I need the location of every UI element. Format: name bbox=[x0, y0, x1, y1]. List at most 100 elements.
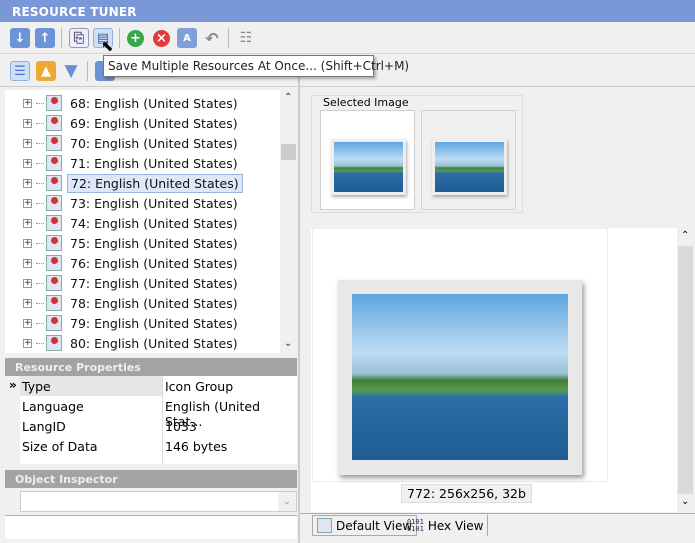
expand-icon[interactable]: + bbox=[23, 178, 32, 188]
resource-properties-header: Resource Properties bbox=[5, 358, 297, 376]
icon-group-icon bbox=[46, 95, 62, 111]
default-view-icon bbox=[317, 518, 332, 533]
move-down-icon[interactable]: ↓ bbox=[10, 28, 30, 48]
tree-item[interactable]: +78: English (United States) bbox=[23, 293, 241, 313]
expand-icon[interactable]: + bbox=[23, 338, 32, 348]
tree-item-label: 69: English (United States) bbox=[70, 115, 238, 131]
expand-icon[interactable]: + bbox=[23, 238, 32, 248]
tree-item-label: 77: English (United States) bbox=[70, 275, 238, 291]
tree-item-label: 72: English (United States) bbox=[67, 173, 243, 193]
tree-item[interactable]: +79: English (United States) bbox=[23, 313, 241, 333]
tree-item[interactable]: +71: English (United States) bbox=[23, 153, 241, 173]
icon-group-icon bbox=[46, 195, 62, 211]
tree-item[interactable]: +77: English (United States) bbox=[23, 273, 241, 293]
tree-item-label: 71: English (United States) bbox=[70, 155, 238, 171]
move-up-icon[interactable]: ↑ bbox=[35, 28, 55, 48]
translate-icon[interactable]: A bbox=[177, 28, 197, 48]
tree-item-label: 68: English (United States) bbox=[70, 95, 238, 111]
property-name: LangID bbox=[22, 419, 66, 434]
tree-item[interactable]: +75: English (United States) bbox=[23, 233, 241, 253]
tab-default-view[interactable]: Default View bbox=[312, 515, 418, 536]
preview-scrollbar[interactable]: ⌃ ⌄ bbox=[677, 228, 694, 512]
tree-item[interactable]: +70: English (United States) bbox=[23, 133, 241, 153]
property-name: Size of Data bbox=[22, 439, 98, 454]
expand-icon[interactable]: + bbox=[23, 318, 32, 328]
tree-scrollbar[interactable]: ⌃ ⌄ bbox=[280, 90, 297, 353]
thumbnail-image bbox=[432, 139, 507, 195]
expand-icon[interactable]: + bbox=[23, 298, 32, 308]
property-value: 146 bytes bbox=[165, 439, 228, 454]
tree-item[interactable]: +69: English (United States) bbox=[23, 113, 241, 133]
app-title: RESOURCE TUNER bbox=[0, 0, 695, 22]
property-row[interactable]: Size of Data 146 bytes bbox=[20, 437, 297, 457]
expand-icon[interactable]: + bbox=[23, 278, 32, 288]
property-row[interactable]: Type Icon Group bbox=[20, 377, 297, 397]
tree-item[interactable]: +80: English (United States) bbox=[23, 333, 241, 353]
icon-group-icon bbox=[46, 175, 62, 191]
icon-group-icon bbox=[46, 275, 62, 291]
icon-group-icon bbox=[46, 315, 62, 331]
preview-image bbox=[352, 294, 568, 460]
save-resource-icon[interactable]: ⎘ bbox=[69, 28, 89, 48]
expand-icon[interactable]: + bbox=[23, 218, 32, 228]
icon-group-icon bbox=[46, 135, 62, 151]
chevron-down-icon[interactable]: ⌄ bbox=[278, 492, 296, 511]
object-inspector-combo[interactable]: ⌄ bbox=[20, 491, 297, 512]
image-frame bbox=[338, 280, 582, 475]
property-value: Icon Group bbox=[165, 379, 234, 394]
add-icon[interactable]: + bbox=[127, 30, 144, 47]
tree-item-label: 78: English (United States) bbox=[70, 295, 238, 311]
property-row[interactable]: LangID 1033 bbox=[20, 417, 297, 437]
tab-hex-view[interactable]: 0101 0101 Hex View bbox=[403, 515, 489, 536]
delete-icon[interactable]: × bbox=[153, 30, 170, 47]
resource-tree[interactable]: +68: English (United States) +69: English… bbox=[5, 90, 297, 353]
property-name: Type bbox=[22, 379, 51, 394]
mouse-cursor-icon: ⬉ bbox=[101, 37, 114, 55]
thumbnail-image bbox=[331, 139, 406, 195]
undo-icon[interactable]: ↶ bbox=[202, 28, 222, 48]
icon-group-icon bbox=[46, 115, 62, 131]
properties-icon[interactable]: ☷ bbox=[236, 28, 256, 48]
tree-item[interactable]: +76: English (United States) bbox=[23, 253, 241, 273]
tree-item-label: 70: English (United States) bbox=[70, 135, 238, 151]
thumbnail-selected[interactable] bbox=[320, 110, 415, 210]
tooltip: Save Multiple Resources At Once... (Shif… bbox=[103, 55, 409, 77]
tab-label: Default View bbox=[336, 518, 413, 533]
group-label: Selected Image bbox=[321, 96, 411, 109]
object-inspector-header: Object Inspector bbox=[5, 470, 297, 488]
filter-icon[interactable]: ▼ bbox=[61, 61, 81, 81]
expand-icon[interactable]: + bbox=[23, 158, 32, 168]
image-preview: 772: 256x256, 32b bbox=[311, 228, 677, 512]
tree-item[interactable]: +74: English (United States) bbox=[23, 213, 241, 233]
tree-item-label: 79: English (United States) bbox=[70, 315, 238, 331]
expand-icon[interactable]: + bbox=[23, 118, 32, 128]
icon-group-icon bbox=[46, 335, 62, 351]
expand-icon[interactable]: + bbox=[23, 98, 32, 108]
tree-item[interactable]: +73: English (United States) bbox=[23, 193, 241, 213]
hex-icon: 0101 0101 bbox=[407, 517, 424, 533]
icon-group-icon bbox=[46, 155, 62, 171]
icon-group-icon bbox=[46, 255, 62, 271]
expand-icon[interactable]: + bbox=[23, 258, 32, 268]
tree-item-label: 74: English (United States) bbox=[70, 215, 238, 231]
tree-item-label: 73: English (United States) bbox=[70, 195, 238, 211]
image-view-icon[interactable]: ▲ bbox=[36, 61, 56, 81]
scroll-thumb[interactable] bbox=[281, 144, 296, 160]
icon-group-icon bbox=[46, 235, 62, 251]
image-caption: 772: 256x256, 32b bbox=[401, 484, 532, 503]
tab-label: Hex View bbox=[427, 518, 484, 533]
tree-item[interactable]: +72: English (United States) bbox=[23, 173, 243, 193]
tree-item-label: 76: English (United States) bbox=[70, 255, 238, 271]
property-name: Language bbox=[22, 399, 84, 414]
tree-item-label: 80: English (United States) bbox=[70, 335, 238, 351]
tree-item-label: 75: English (United States) bbox=[70, 235, 238, 251]
expand-icon[interactable]: + bbox=[23, 138, 32, 148]
icon-group-icon bbox=[46, 295, 62, 311]
thumbnail[interactable] bbox=[421, 110, 516, 210]
tree-view-icon[interactable]: ☰ bbox=[10, 61, 30, 81]
expand-icon[interactable]: + bbox=[23, 198, 32, 208]
scroll-thumb[interactable] bbox=[678, 246, 693, 494]
property-row[interactable]: Language English (United Stat... bbox=[20, 397, 297, 429]
property-value: 1033 bbox=[165, 419, 197, 434]
tree-item[interactable]: +68: English (United States) bbox=[23, 93, 241, 113]
